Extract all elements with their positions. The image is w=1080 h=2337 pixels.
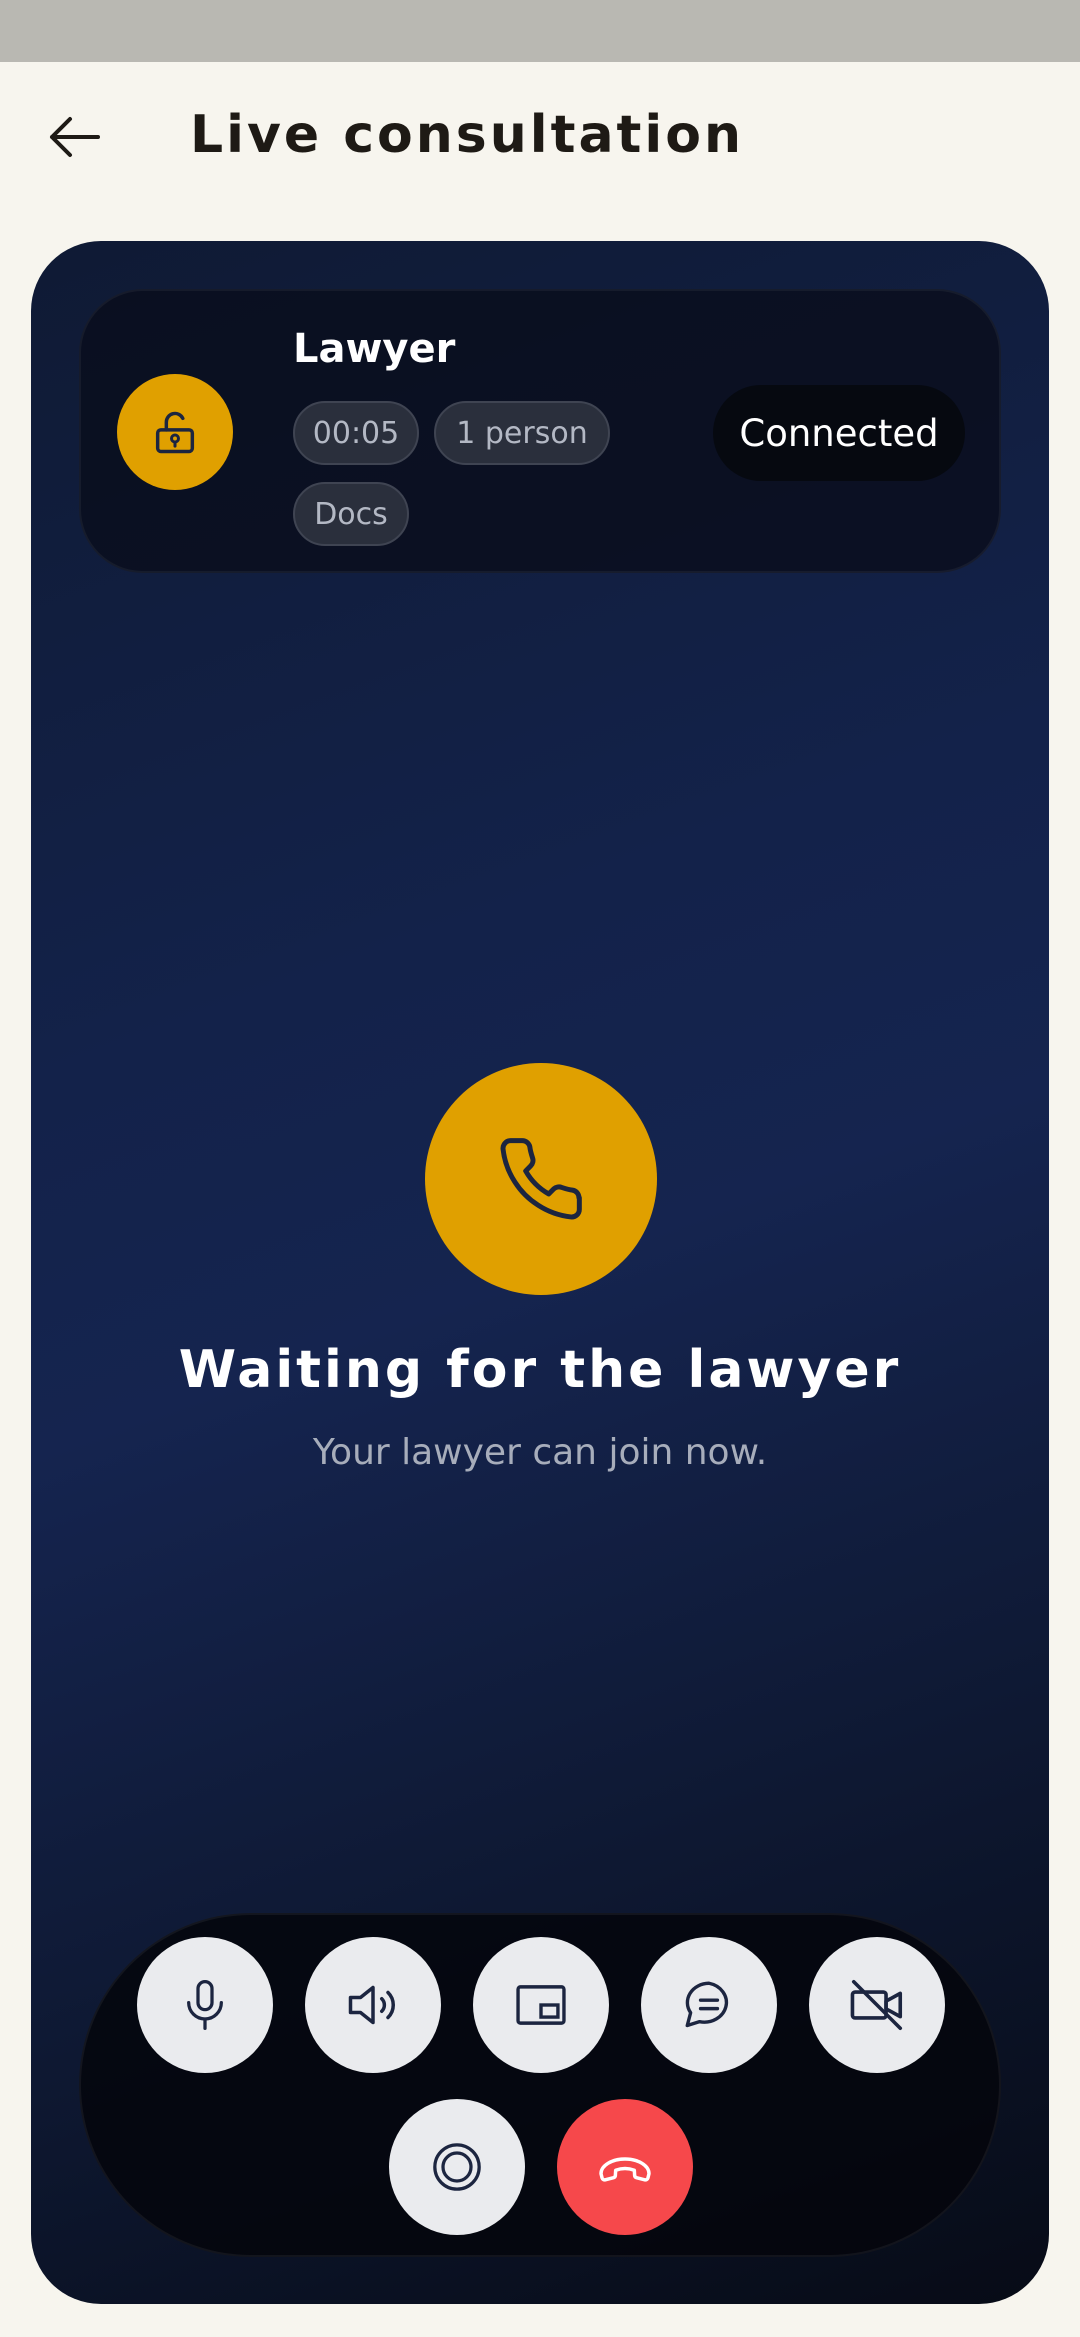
microphone-button[interactable] xyxy=(137,1937,273,2073)
unlock-icon xyxy=(155,411,195,454)
end-call-button[interactable] xyxy=(557,2099,693,2235)
call-controls-panel xyxy=(79,1913,1001,2257)
docs-chip[interactable]: Docs xyxy=(293,482,409,546)
microphone-icon xyxy=(187,1980,223,2030)
call-screen: Lawyer 00:05 1 person Docs Connected Wai… xyxy=(31,241,1049,2304)
camera-off-icon xyxy=(850,1979,903,2031)
record-icon xyxy=(433,2143,481,2191)
back-button[interactable] xyxy=(34,102,114,172)
chat-icon xyxy=(685,1981,729,2028)
speaker-button[interactable] xyxy=(305,1937,441,2073)
call-info-card: Lawyer 00:05 1 person Docs Connected xyxy=(79,289,1001,573)
picture-in-picture-button[interactable] xyxy=(473,1937,609,2073)
call-duration-chip: 00:05 xyxy=(293,401,419,465)
arrow-left-icon xyxy=(50,117,100,157)
chat-button[interactable] xyxy=(641,1937,777,2073)
status-bar xyxy=(0,0,1080,62)
camera-off-button[interactable] xyxy=(809,1937,945,2073)
page-title: Live consultation xyxy=(190,105,744,165)
picture-in-picture-icon xyxy=(516,1985,566,2025)
waiting-title: Waiting for the lawyer xyxy=(178,1340,902,1400)
record-button[interactable] xyxy=(389,2099,525,2235)
lock-badge xyxy=(117,374,233,490)
phone-icon xyxy=(500,1138,582,1220)
app-header: Live consultation xyxy=(0,62,1080,212)
end-call-icon xyxy=(599,2157,651,2182)
waiting-subtitle: Your lawyer can join now. xyxy=(312,1432,768,1473)
phone-avatar xyxy=(425,1063,657,1295)
participant-name: Lawyer xyxy=(293,326,456,372)
participants-chip: 1 person xyxy=(434,401,610,465)
speaker-icon xyxy=(348,1985,395,2025)
connection-status-badge: Connected xyxy=(713,385,965,481)
